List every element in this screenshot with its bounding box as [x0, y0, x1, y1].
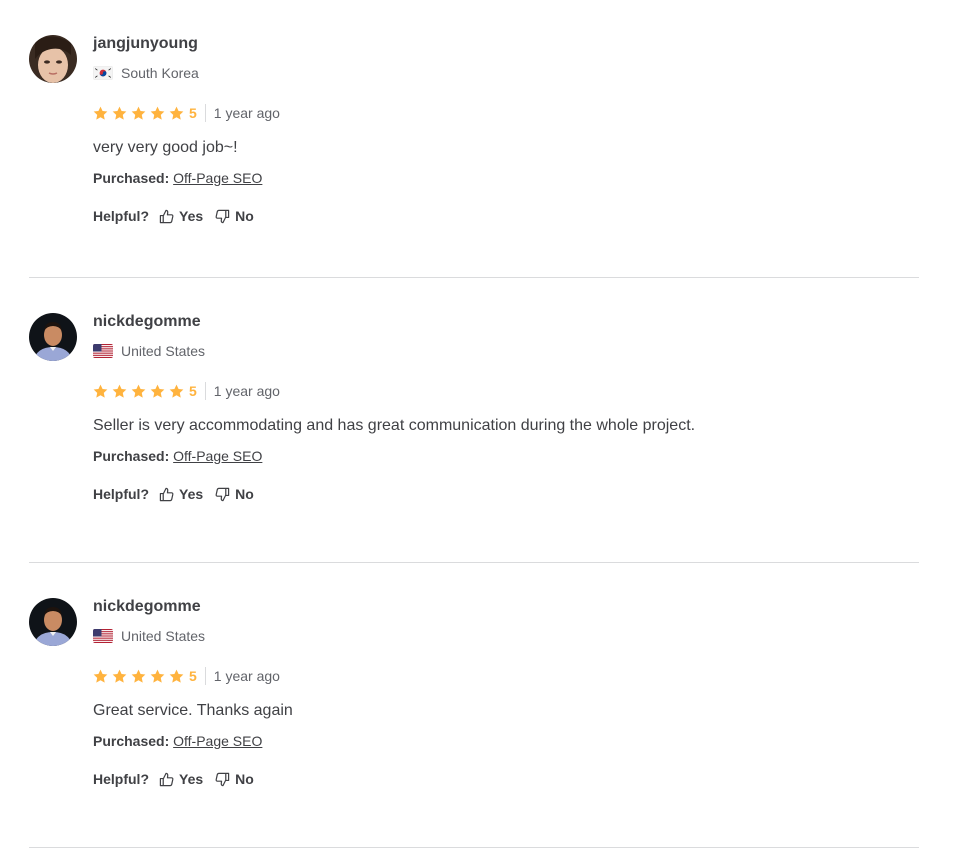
no-label: No — [235, 486, 254, 502]
purchased-info: Purchased: Off-Page SEO — [93, 446, 695, 466]
united-states-flag-icon — [93, 344, 113, 358]
thumbs-up-icon — [159, 772, 174, 786]
divider — [204, 667, 206, 685]
helpful-yes-button[interactable]: Yes — [159, 208, 203, 224]
thumbs-up-icon — [159, 209, 174, 223]
purchased-gig-link[interactable]: Off-Page SEO — [173, 448, 262, 464]
review-text: Seller is very accommodating and has gre… — [93, 417, 696, 434]
review-time: 1 year ago — [213, 668, 280, 684]
purchased-gig-link[interactable]: Off-Page SEO — [173, 733, 262, 749]
rating-score: 5 — [189, 668, 197, 684]
thumbs-down-icon — [215, 772, 230, 786]
star-icon — [169, 106, 184, 120]
country-name: South Korea — [121, 65, 199, 81]
helpful-yes-button[interactable]: Yes — [159, 486, 203, 502]
yes-label: Yes — [179, 771, 204, 787]
helpful-no-button[interactable]: No — [215, 771, 254, 787]
review-time: 1 year ago — [213, 105, 280, 121]
no-label: No — [235, 208, 254, 224]
star-rating: 5 — [93, 668, 197, 684]
rating-score: 5 — [189, 105, 197, 121]
country-name: United States — [121, 343, 206, 359]
review-list: jangjunyoung South Korea 5 1 year ago ve… — [29, 0, 919, 848]
review-time: 1 year ago — [213, 383, 280, 399]
star-icon — [150, 669, 165, 683]
united-states-flag-icon — [93, 629, 113, 643]
review-item: nickdegomme United States — [29, 278, 919, 563]
star-icon — [112, 106, 127, 120]
star-icon — [150, 384, 165, 398]
rating-row: 5 1 year ago — [93, 382, 695, 400]
star-icon — [169, 669, 184, 683]
helpful-label: Helpful? — [93, 486, 149, 502]
divider — [204, 104, 206, 122]
purchased-label: Purchased: — [93, 733, 170, 749]
star-icon — [150, 106, 165, 120]
country-name: United States — [121, 628, 206, 644]
star-icon — [112, 384, 127, 398]
purchased-label: Purchased: — [93, 170, 170, 186]
reviewer-username[interactable]: nickdegomme — [93, 312, 695, 332]
star-icon — [131, 669, 146, 683]
helpful-no-button[interactable]: No — [215, 486, 254, 502]
helpful-yes-button[interactable]: Yes — [159, 771, 203, 787]
divider — [204, 382, 206, 400]
star-rating: 5 — [93, 105, 197, 121]
star-icon — [93, 106, 108, 120]
helpful-row: Helpful? Yes No — [93, 206, 280, 226]
rating-row: 5 1 year ago — [93, 667, 293, 685]
review-item: nickdegomme United States — [29, 563, 919, 848]
star-icon — [131, 384, 146, 398]
rating-score: 5 — [189, 383, 197, 399]
reviewer-country: South Korea — [93, 64, 280, 82]
helpful-no-button[interactable]: No — [215, 208, 254, 224]
helpful-row: Helpful? Yes No — [93, 484, 695, 504]
star-rating: 5 — [93, 383, 197, 399]
star-icon — [131, 106, 146, 120]
thumbs-up-icon — [159, 487, 174, 501]
reviewer-avatar[interactable] — [29, 313, 77, 361]
purchased-label: Purchased: — [93, 448, 170, 464]
reviewer-avatar[interactable] — [29, 598, 77, 646]
reviewer-username[interactable]: jangjunyoung — [93, 34, 280, 54]
rating-row: 5 1 year ago — [93, 104, 280, 122]
star-icon — [169, 384, 184, 398]
yes-label: Yes — [179, 486, 204, 502]
reviewer-username[interactable]: nickdegomme — [93, 597, 293, 617]
helpful-label: Helpful? — [93, 771, 149, 787]
star-icon — [112, 669, 127, 683]
reviewer-country: United States — [93, 342, 695, 360]
review-text: Great service. Thanks again — [93, 702, 293, 719]
star-icon — [93, 669, 108, 683]
reviewer-avatar[interactable] — [29, 35, 77, 83]
helpful-label: Helpful? — [93, 208, 149, 224]
purchased-info: Purchased: Off-Page SEO — [93, 731, 293, 751]
purchased-info: Purchased: Off-Page SEO — [93, 168, 280, 188]
review-content: jangjunyoung South Korea 5 1 year ago ve… — [93, 34, 280, 226]
star-icon — [93, 384, 108, 398]
south-korea-flag-icon — [93, 66, 113, 80]
helpful-row: Helpful? Yes No — [93, 769, 293, 789]
no-label: No — [235, 771, 254, 787]
review-item: jangjunyoung South Korea 5 1 year ago ve… — [29, 0, 919, 278]
yes-label: Yes — [179, 208, 204, 224]
review-content: nickdegomme United States — [93, 312, 695, 504]
review-content: nickdegomme United States — [93, 597, 293, 789]
thumbs-down-icon — [215, 487, 230, 501]
thumbs-down-icon — [215, 209, 230, 223]
reviewer-country: United States — [93, 627, 293, 645]
purchased-gig-link[interactable]: Off-Page SEO — [173, 170, 262, 186]
review-text: very very good job~! — [93, 139, 238, 156]
